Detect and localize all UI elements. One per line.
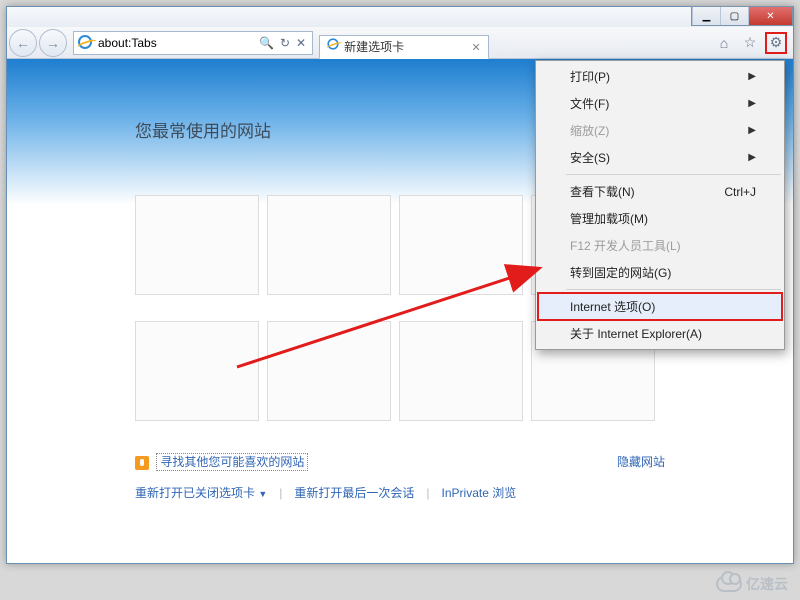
refresh-icon[interactable]: ↻ (280, 36, 290, 50)
tools-dropdown-menu: 打印(P)▶文件(F)▶缩放(Z)▶安全(S)▶ 查看下载(N)Ctrl+J管理加… (535, 60, 785, 350)
search-icon[interactable]: 🔍 (259, 36, 274, 50)
site-tile[interactable] (267, 195, 391, 295)
close-button[interactable]: ✕ (748, 7, 792, 25)
navigation-bar: ← → 🔍 ↻ ✕ 新建选项卡 ✕ ⌂ ☆ ⚙ (7, 27, 793, 59)
ie-logo-icon (326, 37, 340, 56)
submenu-arrow-icon: ▶ (748, 98, 756, 109)
menu-item[interactable]: Internet 选项(O) (538, 293, 782, 320)
menu-item[interactable]: 转到固定的网站(G) (538, 259, 782, 286)
forward-button[interactable]: → (39, 29, 67, 57)
address-tools: 🔍 ↻ ✕ (253, 36, 312, 50)
tab-title: 新建选项卡 (344, 38, 466, 55)
cloud-icon (716, 576, 742, 592)
stop-icon[interactable]: ✕ (296, 36, 306, 50)
menu-item: 缩放(Z)▶ (538, 117, 782, 144)
menu-item[interactable]: 关于 Internet Explorer(A) (538, 320, 782, 347)
site-tile[interactable] (399, 321, 523, 421)
watermark: 亿速云 (716, 574, 788, 594)
hide-sites-link[interactable]: 隐藏网站 (617, 453, 665, 470)
menu-item[interactable]: 文件(F)▶ (538, 90, 782, 117)
links-row-2: 重新打开已关闭选项卡 ▼ | 重新打开最后一次会话 | InPrivate 浏览 (7, 478, 793, 507)
discover-sites-link[interactable]: 寻找其他您可能喜欢的网站 (156, 453, 308, 471)
reopen-closed-tabs-link[interactable]: 重新打开已关闭选项卡 ▼ (135, 484, 267, 501)
browser-window: ▁ ▢ ✕ ← → 🔍 ↻ ✕ 新建选项卡 ✕ ⌂ ☆ ⚙ (6, 6, 794, 564)
inprivate-link[interactable]: InPrivate 浏览 (442, 484, 517, 501)
address-input[interactable] (98, 33, 253, 53)
separator: | (426, 486, 429, 500)
toolbar-icons: ⌂ ☆ ⚙ (709, 32, 791, 54)
site-tile[interactable] (399, 195, 523, 295)
maximize-button[interactable]: ▢ (720, 7, 748, 25)
links-row-1: 寻找其他您可能喜欢的网站 隐藏网站 (7, 429, 793, 478)
submenu-arrow-icon: ▶ (748, 71, 756, 82)
separator: | (279, 486, 282, 500)
reopen-last-session-link[interactable]: 重新打开最后一次会话 (294, 484, 414, 501)
tools-gear-icon[interactable]: ⚙ (765, 32, 787, 54)
site-tile[interactable] (267, 321, 391, 421)
address-bar[interactable]: 🔍 ↻ ✕ (73, 31, 313, 55)
bulb-icon (135, 456, 149, 470)
favorites-icon[interactable]: ☆ (739, 32, 761, 54)
window-controls: ▁ ▢ ✕ (691, 6, 793, 26)
submenu-arrow-icon: ▶ (748, 152, 756, 163)
submenu-arrow-icon: ▶ (748, 125, 756, 136)
back-button[interactable]: ← (9, 29, 37, 57)
menu-item[interactable]: 安全(S)▶ (538, 144, 782, 171)
caret-down-icon: ▼ (258, 489, 267, 499)
browser-tab[interactable]: 新建选项卡 ✕ (319, 35, 489, 59)
ie-logo-icon (78, 35, 94, 51)
site-tile[interactable] (135, 195, 259, 295)
home-icon[interactable]: ⌂ (713, 32, 735, 54)
site-tile[interactable] (135, 321, 259, 421)
minimize-button[interactable]: ▁ (692, 7, 720, 25)
menu-item[interactable]: 查看下载(N)Ctrl+J (538, 178, 782, 205)
window-titlebar: ▁ ▢ ✕ (7, 7, 793, 27)
menu-item[interactable]: 打印(P)▶ (538, 63, 782, 90)
menu-item: F12 开发人员工具(L) (538, 232, 782, 259)
menu-item[interactable]: 管理加载项(M) (538, 205, 782, 232)
menu-accelerator: Ctrl+J (724, 185, 756, 199)
tab-close-icon[interactable]: ✕ (470, 41, 482, 53)
